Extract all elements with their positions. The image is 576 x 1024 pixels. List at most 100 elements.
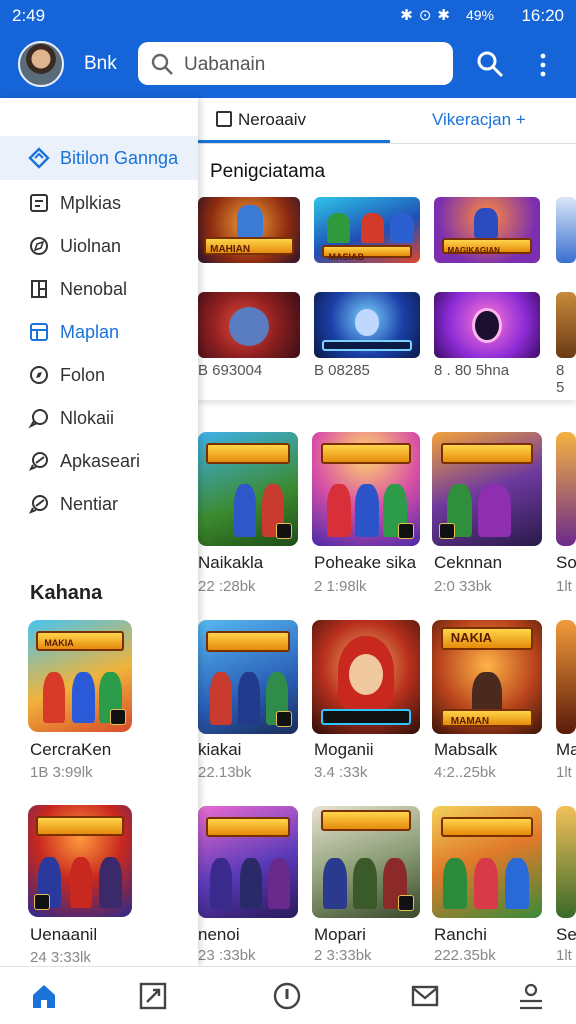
drawer-game-tile[interactable]: MAKIA (28, 620, 132, 732)
drawer-item-label: Maplan (60, 322, 120, 342)
game-title: Poheake sika (314, 553, 417, 572)
game-title: Mopari (314, 925, 366, 944)
app-bar: 2:49 ✱⊙✱ 49% 16:20 Bnk Uabanain (0, 0, 576, 98)
game-title: Uenaanil (30, 925, 98, 944)
featured-value: B 693004 (198, 362, 263, 379)
game-title: nenoi (198, 925, 240, 944)
featured-game-tile[interactable] (556, 292, 576, 358)
game-tile[interactable] (556, 620, 576, 734)
game-title: So (556, 553, 576, 572)
drawer-item-5[interactable]: Folon (0, 355, 198, 395)
drawer-item-label: Apkaseari (60, 451, 141, 471)
game-subtitle: 22.13bk (198, 764, 252, 781)
featured-game-tile[interactable] (434, 292, 540, 358)
game-subtitle: 23 :33bk (198, 947, 256, 964)
profile-icon[interactable] (516, 981, 546, 1011)
featured-game-tile[interactable] (198, 292, 300, 358)
document-icon (31, 280, 47, 298)
game-subtitle: 2:0 33bk (434, 578, 492, 595)
edit-icon[interactable] (138, 981, 168, 1011)
more-options-icon[interactable] (534, 52, 552, 78)
game-tile[interactable] (198, 806, 298, 918)
tab-second[interactable]: Vikeracjan + (432, 110, 526, 130)
drawer-item-4[interactable]: Maplan (0, 312, 198, 352)
drawer-item-label: Nenobal (60, 279, 128, 299)
game-tile[interactable] (312, 806, 420, 918)
game-subtitle: 1lt (556, 947, 572, 964)
panel-title: Penigciatama (210, 161, 326, 182)
tab-first-label: Neroaaiv (238, 110, 307, 129)
drawer-game-tile[interactable] (28, 805, 132, 917)
game-tile[interactable] (556, 432, 576, 546)
compass-icon (30, 237, 48, 255)
tile-art-text: MAGIKAGIAN (447, 245, 500, 255)
search-bar[interactable]: Uabanain (138, 42, 453, 85)
drawer-item-2[interactable]: Uiolnan (0, 226, 198, 266)
alert-icon[interactable] (272, 981, 302, 1011)
send-icon (28, 452, 48, 471)
bottom-navigation (0, 966, 576, 1024)
mail-icon[interactable] (410, 981, 440, 1011)
status-icons: ✱⊙✱ (400, 7, 456, 24)
featured-game-tile[interactable]: MAHIAN (198, 197, 300, 263)
drawer-item-label: Mplkias (60, 193, 122, 213)
game-tile[interactable] (312, 620, 420, 734)
drawer-item-label: Nlokaii (60, 408, 115, 428)
drawer-item-3[interactable]: Nenobal (0, 269, 198, 309)
game-subtitle: 2 3:33bk (314, 947, 372, 964)
drawer-item-label: Nentiar (60, 494, 119, 514)
tile-art-text: MASIAB (328, 251, 364, 262)
game-tile[interactable] (432, 432, 542, 546)
game-title: Mabsalk (434, 740, 498, 759)
home-icon[interactable] (29, 981, 59, 1011)
avatar[interactable] (18, 41, 64, 87)
game-tile[interactable] (556, 806, 576, 918)
search-icon (151, 53, 173, 75)
game-title: CercraKen (30, 740, 112, 759)
section-title: Kahana (30, 582, 103, 604)
drawer-item-6[interactable]: Nlokaii (0, 398, 198, 438)
tab-indicator (198, 140, 390, 143)
drawer-item-8[interactable]: Nentiar (0, 484, 198, 524)
game-subtitle: 1B 3:99lk (30, 764, 93, 781)
game-subtitle: 2 1:98lk (314, 578, 367, 595)
tile-art-text: MAMAN (450, 715, 490, 727)
featured-game-tile[interactable] (314, 292, 420, 358)
tab-first[interactable]: Neroaaiv (216, 110, 306, 130)
game-title: kiakai (198, 740, 242, 759)
drawer-item-0[interactable]: Bitilon Gannga (0, 138, 198, 178)
featured-game-tile[interactable]: MAGIKAGIAN (434, 197, 540, 263)
compass-icon (30, 366, 48, 384)
battery-level: 49% (465, 7, 494, 23)
drawer-item-label: Uiolnan (60, 236, 122, 256)
game-title: Naikakla (198, 553, 264, 572)
tile-art-text: NAKIA (450, 629, 492, 645)
tile-art-text (38, 823, 44, 833)
game-subtitle: 3.4 :33k (314, 764, 368, 781)
search-icon[interactable] (476, 50, 504, 78)
game-tile[interactable] (198, 432, 298, 546)
tile-art-text: MAHIAN (210, 243, 251, 255)
game-title: Ranchi (434, 925, 487, 944)
featured-game-tile[interactable] (556, 197, 576, 263)
search-input[interactable]: Uabanain (184, 54, 265, 76)
game-tile[interactable] (198, 620, 298, 734)
status-clock: 16:20 (521, 6, 564, 25)
game-subtitle: 1lt (556, 764, 572, 781)
drawer-item-label: Bitilon Gannga (60, 148, 179, 168)
drawer-item-7[interactable]: Apkaseari (0, 441, 198, 481)
featured-game-tile[interactable]: MASIAB (314, 197, 420, 263)
game-subtitle: 4:2..25bk (434, 764, 496, 781)
featured-value: 8 5 (556, 362, 565, 396)
drawer-item-1[interactable]: Mplkias (0, 183, 198, 223)
game-tile[interactable] (432, 806, 542, 918)
send-icon (28, 495, 48, 514)
drawer-item-label: Folon (60, 365, 106, 385)
game-subtitle: 24 3:33lk (30, 949, 91, 966)
game-subtitle: 1lt (556, 578, 572, 595)
game-tile[interactable] (312, 432, 420, 546)
game-tile[interactable]: NAKIA MAMAN (432, 620, 542, 734)
game-title: Ceknnan (434, 553, 503, 572)
diamond-icon (28, 147, 50, 169)
chat-icon (28, 409, 48, 429)
